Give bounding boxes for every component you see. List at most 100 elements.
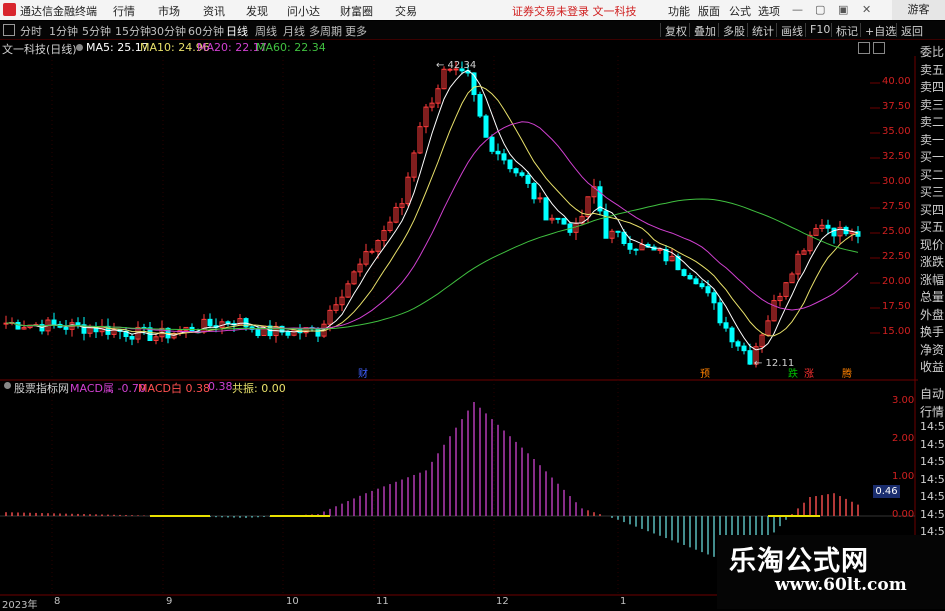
macd-dif-label: MACD白 0.38 bbox=[138, 382, 210, 395]
quote-field: 涨跌 bbox=[920, 255, 945, 269]
candle-body bbox=[681, 269, 687, 276]
period-1min[interactable]: 1分钟 bbox=[49, 23, 78, 39]
price-axis-label: 22.50 bbox=[882, 251, 911, 262]
period-more[interactable]: 更多 bbox=[345, 23, 367, 39]
candle-body bbox=[483, 115, 489, 138]
quote-field: 买五 bbox=[920, 220, 945, 234]
tick-field[interactable]: 行情 bbox=[920, 403, 944, 420]
btn-add-watch[interactable]: +自选 bbox=[860, 23, 900, 38]
quote-field: 卖三 bbox=[920, 97, 945, 112]
settings-dot-icon[interactable] bbox=[4, 382, 11, 389]
quote-field: 总量 bbox=[920, 290, 945, 304]
candle-body bbox=[285, 331, 291, 336]
period-30min[interactable]: 30分钟 bbox=[150, 23, 186, 39]
tick-field: 14:50 bbox=[920, 490, 945, 503]
candle-body bbox=[477, 94, 483, 117]
guest-button[interactable]: 游客 bbox=[892, 0, 945, 20]
maximize-icon[interactable]: ▢ bbox=[815, 3, 825, 16]
period-5min[interactable]: 5分钟 bbox=[82, 23, 111, 39]
tick-field: 14:50 bbox=[920, 472, 945, 486]
tick-field[interactable]: 自动 bbox=[920, 385, 944, 402]
candle-body bbox=[657, 248, 663, 251]
candle-body bbox=[627, 242, 633, 250]
candle-body bbox=[15, 321, 21, 330]
btn-back[interactable]: 返回 bbox=[896, 23, 927, 38]
btn-f10[interactable]: F10 bbox=[805, 23, 834, 37]
ma10-line bbox=[5, 85, 859, 337]
price-axis-label: 30.00 bbox=[882, 176, 911, 187]
candle-body bbox=[543, 197, 549, 221]
minimize-icon[interactable]: — bbox=[792, 3, 803, 16]
btn-draw[interactable]: 画线 bbox=[776, 23, 807, 38]
menu-formula[interactable]: 公式 bbox=[729, 3, 751, 19]
candle-body bbox=[489, 136, 495, 152]
candle-body bbox=[687, 274, 693, 280]
btn-multi-stock[interactable]: 多股 bbox=[718, 23, 749, 38]
btn-overlay[interactable]: 叠加 bbox=[689, 23, 720, 38]
macd-val-label: 0.38 bbox=[208, 380, 233, 393]
menu-wealth[interactable]: 财富圈 bbox=[340, 3, 373, 19]
signal-marker: 财 bbox=[358, 367, 368, 380]
quote-field: 外盘 bbox=[920, 307, 945, 322]
price-axis-label: 32.50 bbox=[882, 151, 911, 162]
tick-field: 14:50 bbox=[920, 455, 945, 468]
ma20-line bbox=[5, 121, 859, 333]
candle-body bbox=[513, 168, 519, 174]
period-weekly[interactable]: 周线 bbox=[255, 23, 277, 39]
menu-discover[interactable]: 发现 bbox=[246, 3, 268, 19]
current-value-badge: 0.46 bbox=[873, 485, 900, 498]
menu-hangqing[interactable]: 行情 bbox=[113, 3, 135, 19]
date-label: 1 bbox=[620, 596, 627, 607]
candle-body bbox=[255, 328, 261, 336]
candle-body bbox=[723, 322, 729, 329]
ma5-line bbox=[5, 69, 859, 351]
candle-body bbox=[741, 345, 747, 352]
menu-news[interactable]: 资讯 bbox=[203, 3, 225, 19]
indicator-name[interactable]: 股票指标网 bbox=[14, 380, 69, 396]
period-15min[interactable]: 15分钟 bbox=[115, 23, 151, 39]
login-notice[interactable]: 证券交易未登录 文一科技 bbox=[512, 3, 637, 19]
btn-stats[interactable]: 统计 bbox=[747, 23, 778, 38]
quote-field: 委比 bbox=[920, 45, 945, 59]
date-label: 10 bbox=[286, 596, 299, 607]
menu-trade[interactable]: 交易 bbox=[395, 3, 417, 19]
menu-function[interactable]: 功能 bbox=[668, 3, 690, 19]
quote-field: 买三 bbox=[920, 185, 945, 199]
candle-body bbox=[693, 278, 699, 285]
period-60min[interactable]: 60分钟 bbox=[188, 23, 224, 39]
quote-field: 卖四 bbox=[920, 80, 945, 94]
date-label: 9 bbox=[166, 596, 173, 607]
btn-adjust[interactable]: 复权 bbox=[660, 23, 691, 38]
period-daily[interactable]: 日线 bbox=[226, 23, 248, 39]
candle-body bbox=[495, 150, 501, 155]
menu-layout[interactable]: 版面 bbox=[698, 3, 720, 19]
restore-icon[interactable]: ▣ bbox=[838, 3, 848, 16]
candle-body bbox=[537, 197, 543, 200]
kline-chart[interactable]: ← 42.34 ← 12.11 财 预 跌涨 腾 bbox=[0, 41, 918, 596]
candle-body bbox=[51, 319, 57, 325]
menu-wenxiaoda[interactable]: 问小达 bbox=[287, 3, 320, 19]
price-axis-label: 15.00 bbox=[882, 326, 911, 337]
indicator-header: 股票指标网 MACD属 -0.70 MACD白 0.38 0.38 共振: 0.… bbox=[0, 380, 915, 396]
period-tick[interactable]: 分时 bbox=[20, 23, 42, 39]
btn-mark[interactable]: 标记 bbox=[831, 23, 862, 38]
candle-body bbox=[129, 336, 135, 340]
price-axis-label: 20.00 bbox=[882, 276, 911, 287]
candle-body bbox=[831, 227, 837, 237]
close-icon[interactable]: ✕ bbox=[862, 3, 871, 16]
price-axis-label: 40.00 bbox=[882, 76, 911, 87]
quote-field: 涨幅 bbox=[920, 272, 945, 287]
menu-options[interactable]: 选项 bbox=[758, 3, 780, 19]
quote-field: 净资 bbox=[920, 342, 945, 357]
period-monthly[interactable]: 月线 bbox=[283, 23, 305, 39]
period-multi[interactable]: 多周期 bbox=[309, 23, 342, 39]
quote-field: 卖二 bbox=[920, 115, 945, 129]
quote-field: 现价 bbox=[920, 237, 945, 252]
candle-body bbox=[519, 172, 525, 176]
watermark-url: www.60lt.com bbox=[775, 575, 907, 595]
tick-field: 14:50 bbox=[920, 507, 945, 521]
layout-icon[interactable] bbox=[3, 24, 15, 36]
candle-body bbox=[315, 328, 321, 337]
title-bar: 通达信金融终端 行情 市场 资讯 发现 问小达 财富圈 交易 证券交易未登录 文… bbox=[0, 0, 945, 20]
menu-market[interactable]: 市场 bbox=[158, 3, 180, 19]
